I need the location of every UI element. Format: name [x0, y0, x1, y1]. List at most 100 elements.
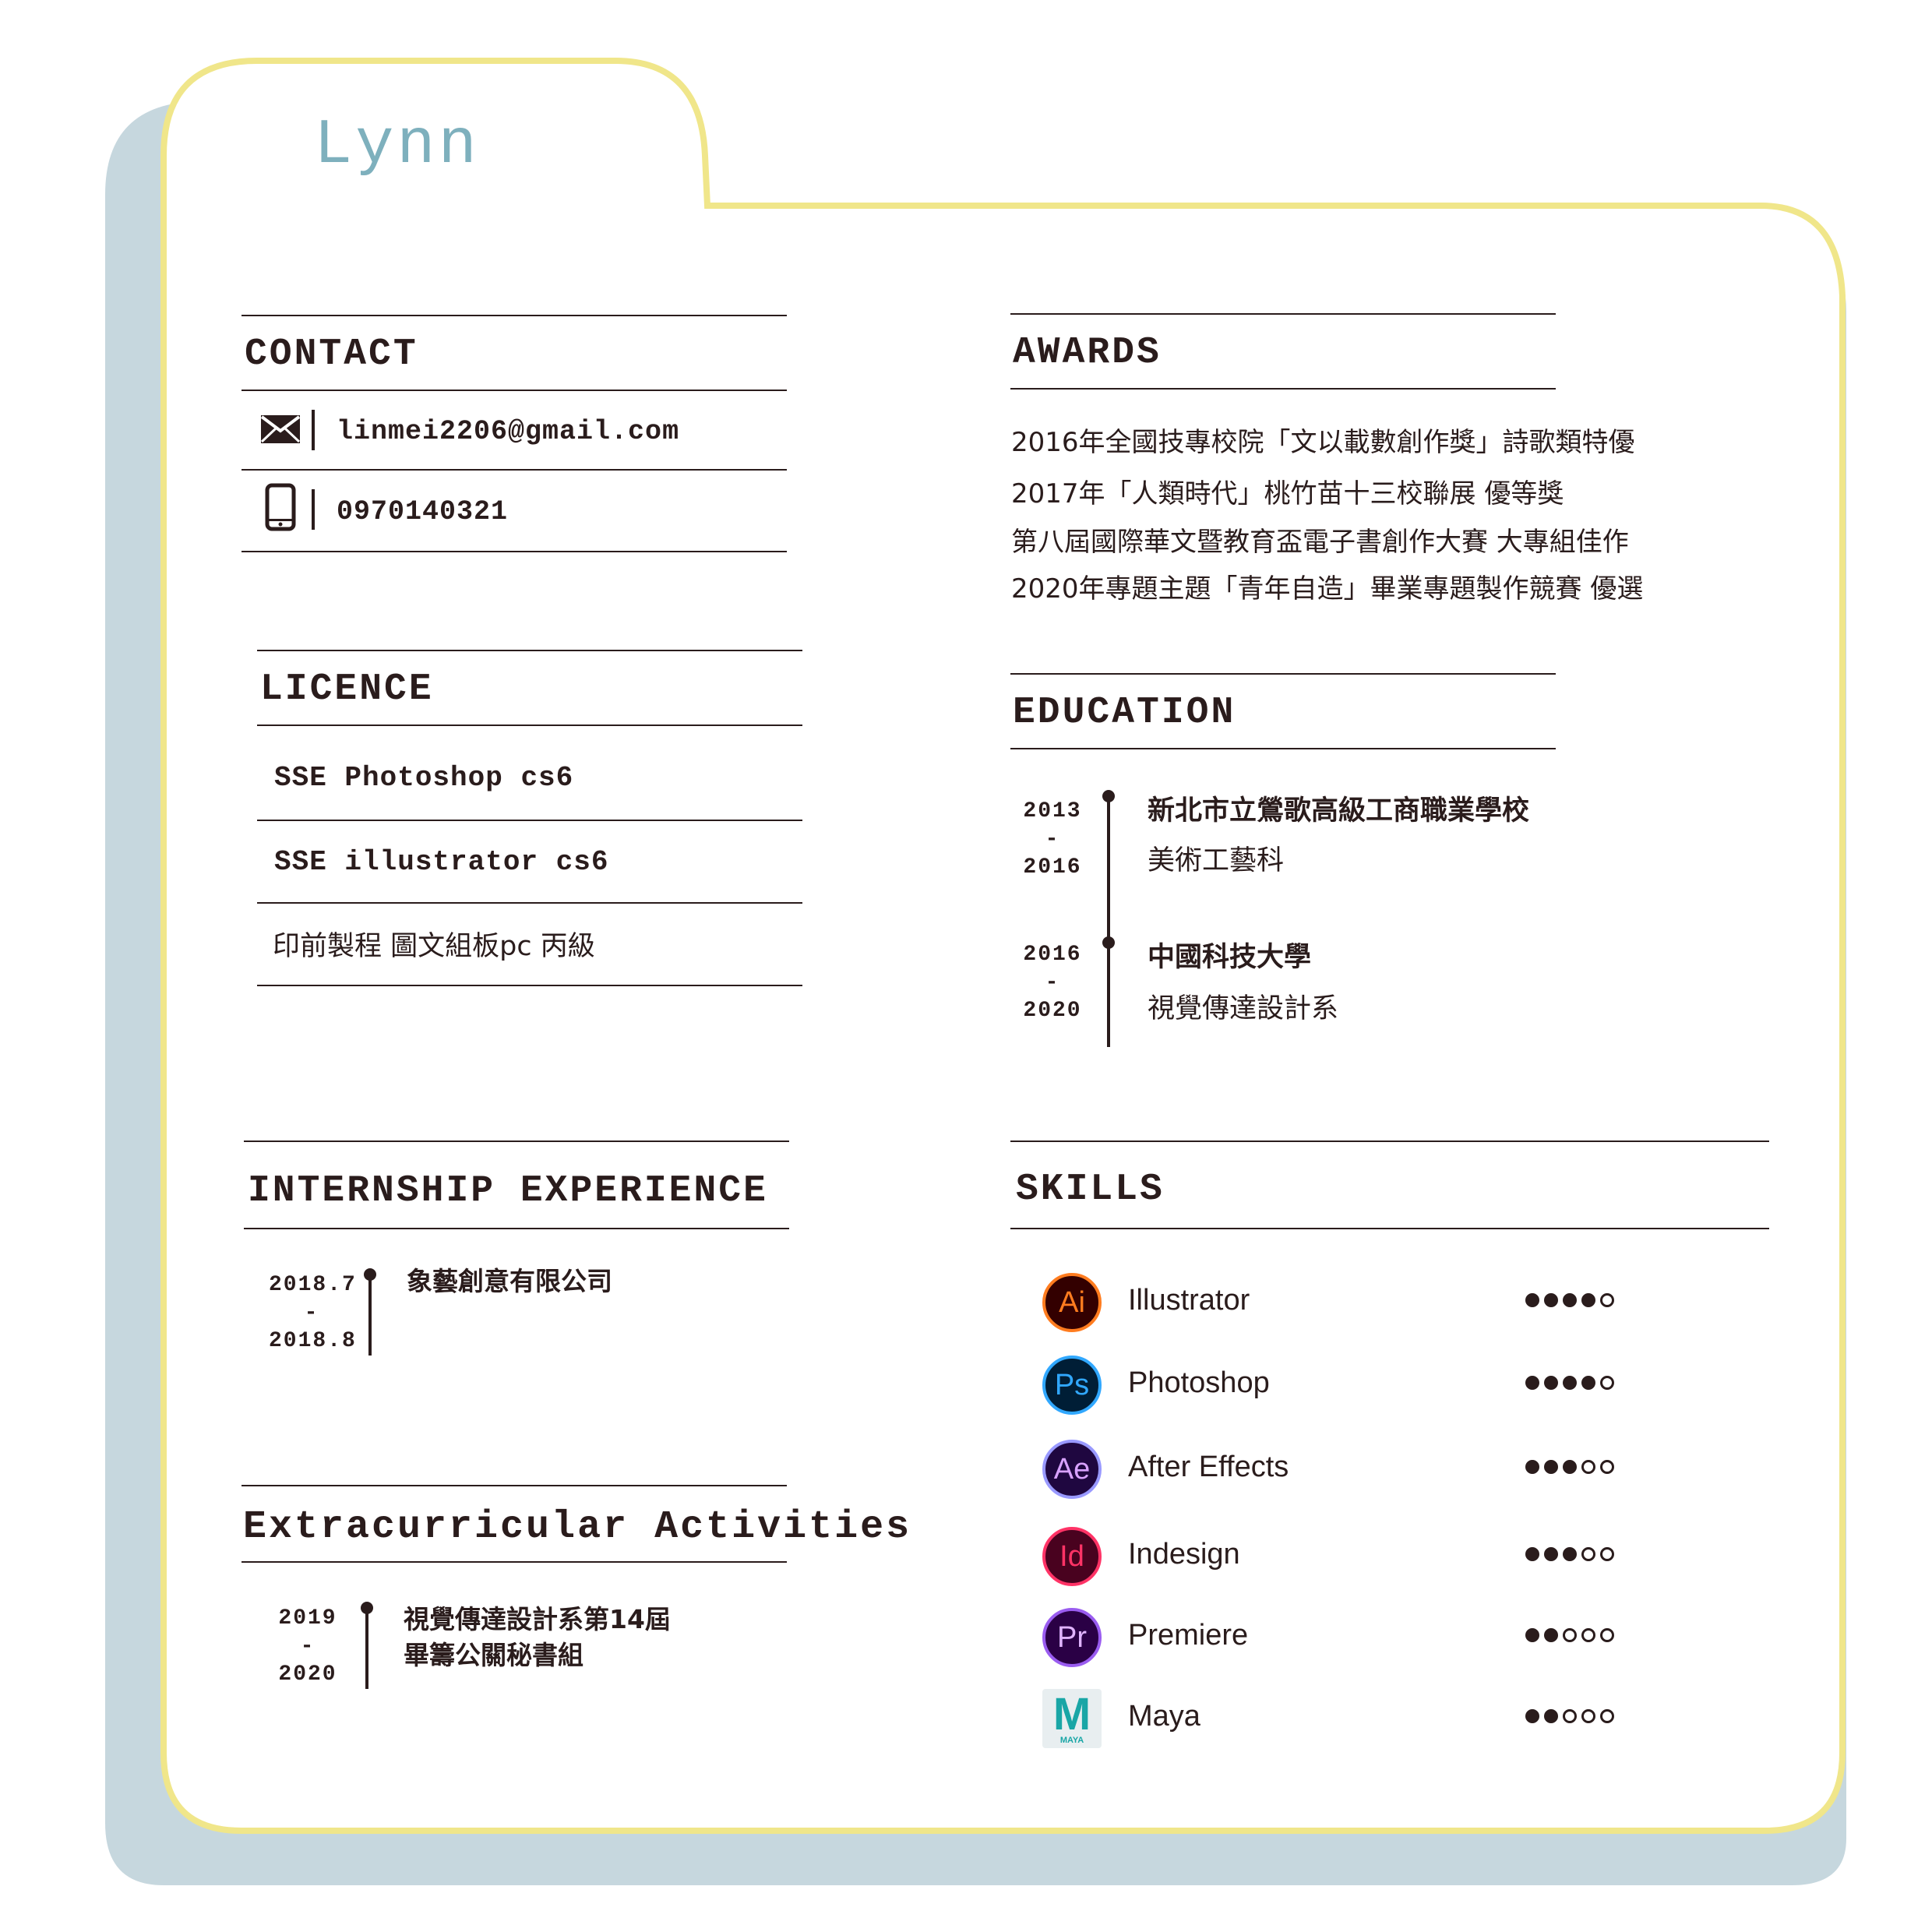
internship-heading: INTERNSHIP EXPERIENCE	[248, 1170, 768, 1212]
extracurricular-heading: Extracurricular Activities	[243, 1505, 912, 1549]
maya-icon: M MAYA	[1042, 1689, 1102, 1748]
award-item: 2020年專題主題「青年自造」畢業專題製作競賽 優選	[1011, 573, 1644, 605]
internship-start: 2018.7	[269, 1273, 357, 1297]
rating-dot-filled	[1525, 1293, 1539, 1307]
skill-name: After Effects	[1128, 1451, 1289, 1483]
email-value[interactable]: linmei2206@gmail.com	[337, 416, 679, 447]
skill-rating	[1525, 1547, 1614, 1561]
education-end: 2020	[1023, 999, 1082, 1023]
skill-icon-label: Ai	[1059, 1285, 1085, 1319]
premiere-icon: Pr	[1042, 1608, 1102, 1667]
rating-dot-empty	[1581, 1547, 1595, 1561]
rating-dot-empty	[1581, 1460, 1595, 1474]
timeline-line	[1107, 796, 1110, 1047]
separator-bar	[312, 489, 315, 530]
divider	[257, 902, 802, 904]
divider	[244, 1228, 789, 1229]
education-end: 2016	[1023, 855, 1082, 880]
envelope-icon	[260, 414, 301, 447]
rating-dot-filled	[1544, 1628, 1558, 1642]
divider	[242, 1561, 787, 1563]
divider	[242, 1485, 787, 1486]
divider	[1010, 673, 1556, 675]
skill-icon-label: Ps	[1054, 1368, 1090, 1401]
divider	[1010, 1141, 1769, 1142]
divider	[242, 551, 787, 552]
skill-icon-label: Id	[1059, 1539, 1084, 1573]
rating-dot-empty	[1600, 1628, 1614, 1642]
skill-icon-label: Ae	[1053, 1452, 1091, 1486]
divider	[1010, 388, 1556, 390]
rating-dot-filled	[1544, 1460, 1558, 1474]
photoshop-icon: Ps	[1042, 1356, 1102, 1415]
award-item: 2017年「人類時代」桃竹苗十三校聯展 優等獎	[1011, 478, 1564, 509]
skill-rating	[1525, 1460, 1614, 1474]
rating-dot-empty	[1600, 1376, 1614, 1390]
timeline-dot	[1102, 790, 1115, 802]
skill-name: Photoshop	[1128, 1366, 1270, 1399]
after-effects-icon: Ae	[1042, 1440, 1102, 1499]
rating-dot-filled	[1525, 1460, 1539, 1474]
licence-item: SSE Photoshop cs6	[274, 762, 574, 794]
rating-dot-empty	[1563, 1709, 1577, 1723]
education-dash: -	[1045, 827, 1060, 851]
rating-dot-filled	[1525, 1547, 1539, 1561]
rating-dot-filled	[1563, 1293, 1577, 1307]
divider	[1010, 748, 1556, 749]
divider	[257, 724, 802, 726]
rating-dot-filled	[1544, 1709, 1558, 1723]
skill-rating	[1525, 1376, 1614, 1390]
education-dash: -	[1045, 971, 1060, 995]
internship-end: 2018.8	[269, 1329, 357, 1353]
rating-dot-filled	[1544, 1547, 1558, 1561]
divider	[1010, 313, 1556, 315]
rating-dot-empty	[1600, 1547, 1614, 1561]
skill-name: Indesign	[1128, 1538, 1240, 1571]
internship-dash: -	[304, 1301, 319, 1325]
skill-icon-label: M	[1052, 1688, 1091, 1740]
education-dept: 美術工藝科	[1148, 845, 1285, 876]
rating-dot-empty	[1581, 1628, 1595, 1642]
phone-icon	[265, 483, 296, 534]
rating-dot-empty	[1600, 1709, 1614, 1723]
timeline-line	[368, 1274, 372, 1356]
divider	[244, 1141, 789, 1142]
rating-dot-empty	[1581, 1709, 1595, 1723]
licence-item: SSE illustrator cs6	[274, 846, 609, 878]
education-school: 新北市立鶯歌高級工商職業學校	[1148, 795, 1530, 827]
skill-rating	[1525, 1293, 1614, 1307]
rating-dot-filled	[1544, 1376, 1558, 1390]
education-heading: EDUCATION	[1013, 692, 1236, 734]
rating-dot-filled	[1563, 1547, 1577, 1561]
timeline-line	[365, 1608, 368, 1689]
timeline-dot	[1102, 936, 1115, 949]
skill-name: Maya	[1128, 1700, 1200, 1733]
education-school: 中國科技大學	[1148, 942, 1312, 973]
licence-item: 印前製程 圖文組板pc 丙級	[273, 931, 595, 962]
rating-dot-filled	[1563, 1376, 1577, 1390]
rating-dot-filled	[1525, 1376, 1539, 1390]
rating-dot-empty	[1600, 1460, 1614, 1474]
skill-rating	[1525, 1709, 1614, 1723]
divider	[242, 469, 787, 471]
phone-value[interactable]: 0970140321	[337, 496, 508, 527]
licence-heading: LICENCE	[260, 668, 434, 710]
contact-heading: CONTACT	[245, 333, 418, 375]
extracurricular-line2: 畢籌公關秘書組	[404, 1640, 583, 1670]
rating-dot-filled	[1525, 1628, 1539, 1642]
award-item: 第八屆國際華文暨教育盃電子書創作大賽 大專組佳作	[1011, 527, 1629, 558]
indesign-icon: Id	[1042, 1527, 1102, 1586]
skill-name: Premiere	[1128, 1619, 1249, 1652]
extracurricular-start: 2019	[278, 1606, 337, 1631]
education-start: 2013	[1023, 799, 1082, 823]
divider	[242, 315, 787, 316]
separator-bar	[312, 410, 315, 450]
awards-heading: AWARDS	[1013, 332, 1162, 374]
rating-dot-filled	[1544, 1293, 1558, 1307]
divider	[257, 650, 802, 651]
education-dept: 視覺傳達設計系	[1148, 993, 1339, 1024]
skill-icon-label: Pr	[1057, 1620, 1087, 1654]
rating-dot-empty	[1563, 1628, 1577, 1642]
rating-dot-filled	[1581, 1376, 1595, 1390]
skills-heading: SKILLS	[1016, 1169, 1165, 1211]
